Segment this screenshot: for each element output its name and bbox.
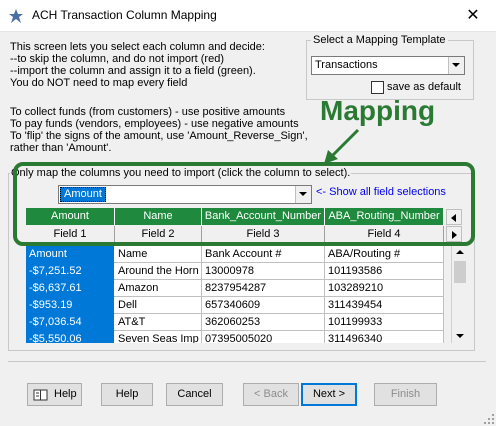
funds-line: To 'flip' the signs of the amount, use '…: [10, 130, 308, 142]
intro-line: --to skip the column, and do not import …: [10, 53, 224, 65]
close-icon[interactable]: ✕: [450, 0, 496, 31]
intro-line: --import the column and assign it to a f…: [10, 65, 256, 77]
help-icon-button[interactable]: Help: [27, 383, 82, 406]
table-cell[interactable]: -$7,251.52: [26, 263, 115, 280]
intro-line: This screen lets you select each column …: [10, 41, 265, 53]
template-legend: Select a Mapping Template: [311, 34, 448, 46]
table-cell[interactable]: Name: [115, 246, 202, 263]
table-cell[interactable]: 311439454: [325, 297, 444, 314]
table-cell[interactable]: -$6,637.61: [26, 280, 115, 297]
table-cell[interactable]: Around the Horn: [115, 263, 202, 280]
funds-line: rather than 'Amount'.: [10, 142, 112, 154]
template-selected-value: Transactions: [315, 59, 378, 71]
table-row: -$7,036.54 AT&T 362060253 101199933: [26, 314, 444, 331]
table-cell[interactable]: 13000978: [202, 263, 325, 280]
save-default-checkbox[interactable]: [371, 81, 384, 94]
scrollbar-thumb[interactable]: [454, 261, 466, 283]
annotation-arrow-icon: [324, 128, 360, 164]
mapping-highlight-box: [13, 162, 475, 246]
table-row: -$6,637.61 Amazon 8237954287 103289210: [26, 280, 444, 297]
table-cell[interactable]: ABA/Routing #: [325, 246, 444, 263]
window-title: ACH Transaction Column Mapping: [32, 8, 217, 22]
table-cell[interactable]: AT&T: [115, 314, 202, 331]
table-row: -$953.19 Dell 657340609 311439454: [26, 297, 444, 314]
back-button[interactable]: < Back: [243, 383, 299, 406]
cancel-button[interactable]: Cancel: [166, 383, 223, 406]
intro-line: You do NOT need to map every field: [10, 77, 188, 89]
table-cell[interactable]: 657340609: [202, 297, 325, 314]
resize-grip-icon[interactable]: [484, 414, 494, 424]
table-cell[interactable]: 101193586: [325, 263, 444, 280]
table-cell[interactable]: 311496340: [325, 331, 444, 343]
table-row: Amount Name Bank Account # ABA/Routing #: [26, 246, 444, 263]
arrow-down-icon[interactable]: [456, 334, 464, 338]
help-icon-button-label: Help: [54, 388, 77, 400]
table-cell[interactable]: 101199933: [325, 314, 444, 331]
finish-button[interactable]: Finish: [374, 383, 437, 406]
chevron-down-icon[interactable]: [448, 57, 464, 74]
table-cell[interactable]: Dell: [115, 297, 202, 314]
template-group: Select a Mapping Template Transactions s…: [306, 34, 474, 100]
table-cell[interactable]: Amount: [26, 246, 115, 263]
title-bar: ACH Transaction Column Mapping ✕: [0, 0, 496, 32]
next-button[interactable]: Next >: [301, 383, 357, 406]
funds-line: To collect funds (from customers) - use …: [10, 106, 286, 118]
button-bar-divider: [8, 361, 486, 362]
help-book-icon: [33, 389, 48, 401]
table-cell[interactable]: Seven Seas Imp: [115, 331, 202, 343]
table-cell[interactable]: 362060253: [202, 314, 325, 331]
intro-text: This screen lets you select each column …: [10, 41, 265, 89]
table-cell[interactable]: Amazon: [115, 280, 202, 297]
mapping-annotation-label: Mapping: [320, 95, 436, 126]
table-row: -$5,550.06 Seven Seas Imp 07395005020 31…: [26, 331, 444, 343]
table-cell[interactable]: -$7,036.54: [26, 314, 115, 331]
table-cell[interactable]: -$5,550.06: [26, 331, 115, 343]
template-select[interactable]: Transactions: [311, 56, 465, 75]
table-row: -$7,251.52 Around the Horn 13000978 1011…: [26, 263, 444, 280]
help-button[interactable]: Help: [101, 383, 153, 406]
table-cell[interactable]: 07395005020: [202, 331, 325, 343]
table-cell[interactable]: 103289210: [325, 280, 444, 297]
arrow-up-icon[interactable]: [456, 250, 464, 254]
funds-text: To collect funds (from customers) - use …: [10, 106, 308, 154]
table-cell[interactable]: 8237954287: [202, 280, 325, 297]
vertical-scrollbar[interactable]: [451, 245, 468, 343]
table-cell[interactable]: -$953.19: [26, 297, 115, 314]
table-cell[interactable]: Bank Account #: [202, 246, 325, 263]
save-default-label: save as default: [387, 81, 461, 93]
funds-line: To pay funds (vendors, employees) - use …: [10, 118, 299, 130]
app-icon: [9, 9, 23, 23]
